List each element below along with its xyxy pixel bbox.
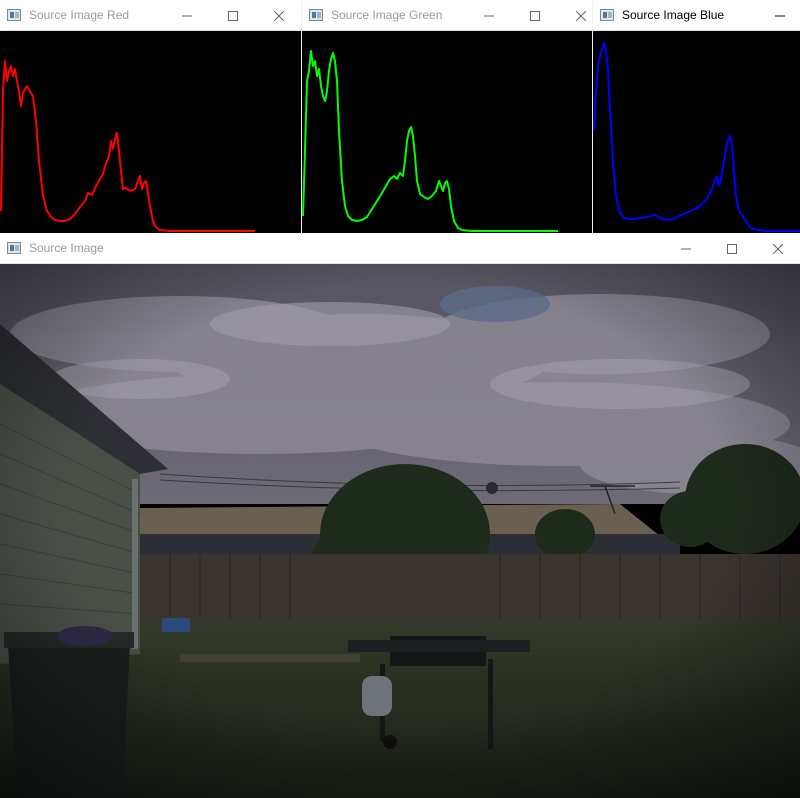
minimize-icon <box>182 15 192 16</box>
histogram-curve-red <box>0 60 255 232</box>
window-blue-histogram[interactable]: Source Image Blue <box>593 0 800 233</box>
title-bar[interactable]: Source Image Blue <box>593 0 800 31</box>
window-source-image[interactable]: Source Image <box>0 233 800 798</box>
close-icon <box>773 243 783 254</box>
maximize-button[interactable] <box>210 0 256 31</box>
source-image-canvas <box>0 264 800 798</box>
vignette <box>0 264 800 798</box>
maximize-icon <box>727 243 737 254</box>
backyard-photo <box>0 264 800 798</box>
close-button[interactable] <box>256 0 301 31</box>
histogram-curve-green <box>302 50 558 232</box>
minimize-button[interactable] <box>663 233 709 264</box>
maximize-button[interactable] <box>709 233 755 264</box>
title-bar[interactable]: Source Image <box>0 233 800 264</box>
maximize-icon <box>228 10 238 21</box>
opencv-window-icon <box>600 9 614 21</box>
close-icon <box>576 10 586 21</box>
window-title: Source Image Red <box>29 8 130 22</box>
window-red-histogram[interactable]: Source Image Red <box>0 0 301 233</box>
histogram-canvas-blue <box>593 31 800 233</box>
opencv-window-icon <box>7 9 21 21</box>
maximize-button[interactable] <box>512 0 558 31</box>
close-icon <box>274 10 284 21</box>
window-green-histogram[interactable]: Source Image Green <box>302 0 592 233</box>
close-button[interactable] <box>558 0 592 31</box>
histogram-canvas-red <box>0 31 301 233</box>
close-button[interactable] <box>755 233 800 264</box>
title-bar[interactable]: Source Image Red <box>0 0 301 31</box>
window-title: Source Image <box>29 241 104 255</box>
minimize-icon <box>484 15 494 16</box>
opencv-window-icon <box>7 242 21 254</box>
minimize-icon <box>775 15 785 16</box>
minimize-button[interactable] <box>164 0 210 31</box>
opencv-window-icon <box>309 9 323 21</box>
window-title: Source Image Blue <box>622 8 725 22</box>
histogram-canvas-green <box>302 31 592 233</box>
histogram-curve-blue <box>593 42 800 232</box>
maximize-icon <box>530 10 540 21</box>
minimize-icon <box>681 248 691 249</box>
minimize-button[interactable] <box>757 0 800 31</box>
minimize-button[interactable] <box>466 0 512 31</box>
window-title: Source Image Green <box>331 8 443 22</box>
title-bar[interactable]: Source Image Green <box>302 0 592 31</box>
